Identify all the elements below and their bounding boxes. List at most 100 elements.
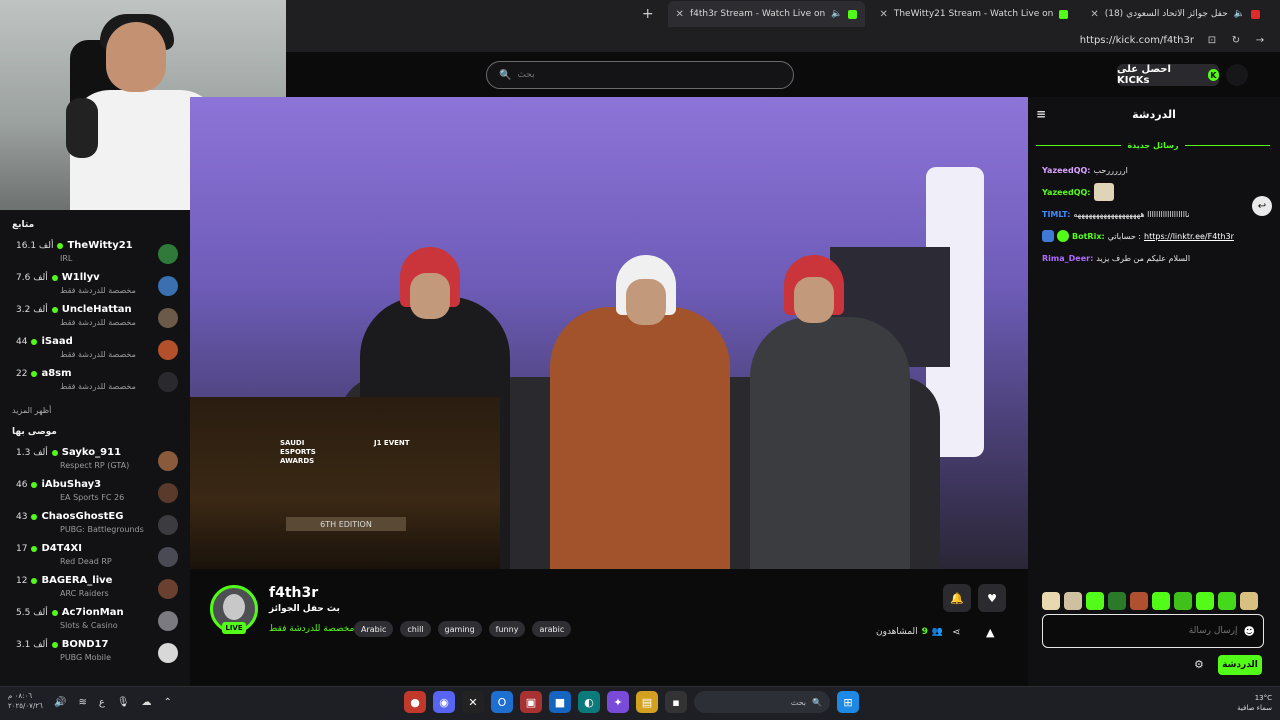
mic-icon[interactable]: 🎙 [117,697,130,708]
emote-icon[interactable] [1042,592,1060,610]
show-more-link[interactable]: أظهر المزيد [12,406,178,415]
sidebar-channel-a8sm[interactable]: 22 a8sm مخصصة للدردشة فقط [12,368,178,400]
chat-username[interactable]: TIMLT: [1042,210,1070,219]
close-icon[interactable]: ✕ [879,9,887,20]
channel-avatar[interactable] [158,547,178,567]
close-icon[interactable]: ✕ [1090,9,1098,20]
sidebar-channel-chaosghosteg[interactable]: 43 ChaosGhostEG PUBG: Battlegrounds [12,511,178,543]
sidebar-channel-bond17[interactable]: 3.1 ألف BOND17 PUBG Mobile [12,639,178,671]
taskbar-search[interactable]: بحث 🔍 [694,691,830,713]
chat-message[interactable]: TIMLT: ناااااااااااااااااا هههههههههههههه… [1028,203,1280,225]
emote-icon[interactable] [1064,592,1082,610]
emoji-icon[interactable]: ☻ [1244,625,1255,638]
channel-avatar[interactable] [158,308,178,328]
tab-thewitty21[interactable]: ✕ TheWitty21 Stream - Watch Live on [871,1,1076,27]
report-icon[interactable]: ▲ [986,626,994,639]
sidebar-channel-ac7ionman[interactable]: 5.5 ألف Ac7ionMan Slots & Casino [12,607,178,639]
search-bar[interactable]: 🔍 [486,61,794,89]
channel-avatar[interactable] [158,611,178,631]
channel-avatar[interactable] [158,244,178,264]
app-icon[interactable]: ● [404,691,426,713]
follow-button[interactable]: ♥ [978,584,1006,612]
store-icon[interactable]: ■ [549,691,571,713]
sidebar-channel-bagera_live[interactable]: 12 BAGERA_live ARC Raiders [12,575,178,607]
video-player[interactable]: SAUDI ESPORTS AWARDS J1 EVENT 6TH EDITIO… [190,97,1028,569]
language-indicator[interactable]: ع [99,697,105,708]
sidebar-channel-unclehattan[interactable]: 3.2 ألف UncleHattan مخصصة للدردشة فقط [12,304,178,336]
tab-youtube[interactable]: ✕ (18) حفل جوائز الاتحاد السعودي 🔈 [1082,1,1268,27]
tag-chip[interactable]: chill [400,621,431,637]
sidebar-channel-isaad[interactable]: 44 iSaad مخصصة للدردشة فقط [12,336,178,368]
chat-username[interactable]: BotRix: [1072,232,1105,241]
user-avatar[interactable] [1226,64,1248,86]
tag-chip[interactable]: arabic [532,621,572,637]
channel-avatar[interactable] [158,340,178,360]
new-tab-button[interactable]: + [642,6,654,22]
folder-icon[interactable]: ▤ [636,691,658,713]
emote-icon[interactable] [1130,592,1148,610]
emote-icon[interactable] [1196,592,1214,610]
cloud-icon[interactable]: ☁ [142,697,152,708]
chevron-up-icon[interactable]: ⌃ [164,697,172,708]
share-icon[interactable]: ⋖ [952,627,960,638]
chat-input[interactable] [1051,626,1238,636]
x-icon[interactable]: ✕ [462,691,484,713]
notification-button[interactable]: 🔔 [943,584,971,612]
clock[interactable]: ٠٨:٠٦ م ٢٠٢٥/٠٧/٢٦ [8,691,43,711]
terminal-icon[interactable]: ▪ [665,691,687,713]
chat-username[interactable]: Rima_Deer: [1042,254,1093,263]
speaker-icon[interactable]: 🔈 [1234,9,1245,19]
address-bar[interactable]: https://kick.com/f4th3r ⊡ ↻ → [286,28,1280,52]
tag-chip[interactable]: funny [488,621,526,637]
weather-widget[interactable]: 13°C سماء صافية [1237,693,1272,713]
chat-message[interactable]: YazeedQQ: ارررررحب [1028,159,1280,181]
chat-username[interactable]: YazeedQQ: [1042,166,1091,175]
reply-icon[interactable]: ↩ [1252,196,1272,216]
wifi-icon[interactable]: ≋ [78,697,86,708]
channel-avatar[interactable] [158,372,178,392]
gear-icon[interactable]: ⚙ [1194,658,1204,671]
outlook-icon[interactable]: O [491,691,513,713]
lock-icon[interactable]: ⊡ [1206,34,1218,46]
windows-start-icon[interactable]: ⊞ [837,691,859,713]
channel-avatar[interactable] [158,276,178,296]
stream-category[interactable]: مخصصة للدردشة فقط [269,624,354,634]
channel-name[interactable]: f4th3r [269,585,318,601]
sidebar-channel-thewitty21[interactable]: 16.1 ألف TheWitty21 IRL [12,240,178,272]
emote-icon[interactable] [1152,592,1170,610]
tag-chip[interactable]: gaming [437,621,482,637]
gift-icon[interactable]: ▣ [520,691,542,713]
collapse-chat-icon[interactable]: ≡ [1036,107,1046,121]
reload-icon[interactable]: ↻ [1230,34,1242,46]
emote-icon[interactable] [1108,592,1126,610]
edge-icon[interactable]: ◐ [578,691,600,713]
speaker-icon[interactable]: 🔈 [831,9,842,19]
channel-avatar[interactable] [158,483,178,503]
chat-username[interactable]: YazeedQQ: [1042,188,1091,197]
channel-avatar[interactable] [158,451,178,471]
tab-f4th3r[interactable]: ✕ f4th3r Stream - Watch Live on 🔈 [667,1,866,27]
discord-icon[interactable]: ◉ [433,691,455,713]
chat-message[interactable]: Rima_Deer: السلام عليكم من طرف يزيد [1028,247,1280,269]
chat-input-box[interactable]: ☻ [1042,614,1264,648]
copilot-icon[interactable]: ✦ [607,691,629,713]
emote-icon[interactable] [1174,592,1192,610]
search-input[interactable] [517,70,778,80]
channel-avatar[interactable] [158,643,178,663]
chat-message[interactable]: BotRix: حساباتي : https://linktr.ee/F4th3r [1028,225,1280,247]
tag-chip[interactable]: Arabic [354,621,394,637]
channel-avatar[interactable] [158,515,178,535]
url-text[interactable]: https://kick.com/f4th3r [1080,35,1194,46]
chat-message[interactable]: YazeedQQ: [1028,181,1280,203]
back-icon[interactable]: → [1254,34,1266,46]
chat-link[interactable]: https://linktr.ee/F4th3r [1144,232,1234,241]
close-icon[interactable]: ✕ [676,9,684,20]
chat-send-button[interactable]: الدردشة [1218,655,1262,675]
sidebar-channel-iabushay3[interactable]: 46 iAbuShay3 EA Sports FC 26 [12,479,178,511]
channel-avatar[interactable] [158,579,178,599]
volume-icon[interactable]: 🔊 [54,697,66,708]
get-kicks-button[interactable]: احصل على KICKs K [1117,64,1219,86]
sidebar-channel-w1llyv[interactable]: 7.6 ألف W1llyv مخصصة للدردشة فقط [12,272,178,304]
emote-icon[interactable] [1240,592,1258,610]
emote-icon[interactable] [1086,592,1104,610]
